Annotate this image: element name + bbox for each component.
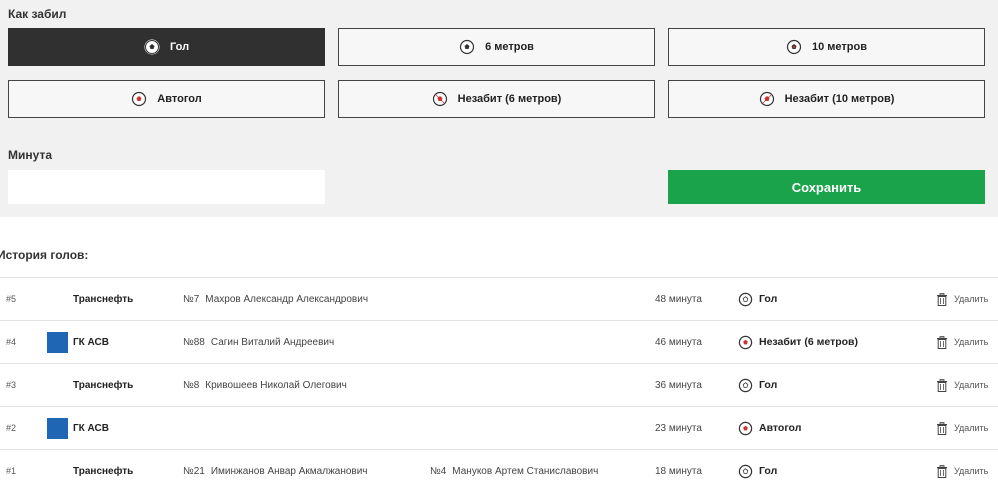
trash-icon (937, 464, 947, 478)
row-number: #2 (6, 423, 17, 433)
team-logo-image (47, 331, 68, 353)
delete-label: Удалить (954, 337, 989, 347)
goal-type-label: 6 метров (485, 41, 534, 53)
assist-name: Мануков Артем Станиславович (452, 465, 599, 477)
table-row: #5 Транснефть №7 Махров Александр Алексан… (0, 277, 998, 320)
row-number: #3 (6, 380, 17, 390)
goal-type: Гол (738, 450, 777, 483)
trash-icon (937, 378, 947, 392)
ball-own-goal-icon (738, 421, 753, 435)
scorer: №21 Иминжанов Анвар Акмалжанович (183, 450, 368, 483)
row-number: #4 (6, 337, 17, 347)
minute-input[interactable] (8, 170, 325, 204)
team-name: Транснефть (73, 293, 134, 305)
ball-6m-icon (459, 39, 475, 55)
assist: №4 Мануков Артем Станиславович (430, 450, 598, 483)
table-row: #4 ГК АСВ №88 Сагин Виталий Андреевич 46 … (0, 320, 998, 363)
ball-missed-6m-icon (432, 91, 447, 107)
goal-type-label: Незабит (6 метров) (457, 93, 562, 105)
goal-type-label: 10 метров (812, 41, 867, 53)
scorer-name: Махров Александр Александрович (205, 293, 369, 305)
goal-type-label: Гол (759, 293, 778, 305)
goal-type-label: Незабит (10 метров) (784, 93, 895, 105)
goal-type: Гол (738, 278, 777, 320)
ball-missed-10m-icon (759, 91, 774, 107)
team-name: ГК АСВ (73, 422, 109, 434)
trash-icon (937, 421, 947, 435)
goal-type-label: Автогол (759, 422, 802, 434)
trash-icon (937, 335, 947, 349)
goal-type-goal-button[interactable]: Гол (8, 28, 325, 66)
row-number: #1 (6, 466, 17, 476)
scorer-name: Сагин Виталий Андреевич (210, 336, 335, 348)
goal-type: Незабит (6 метров) (738, 321, 858, 363)
row-number: #5 (6, 294, 17, 304)
save-button[interactable]: Сохранить (668, 170, 985, 204)
scorer-number: №88 (183, 336, 205, 348)
ball-icon (144, 39, 160, 55)
ball-missed-6m-icon (738, 335, 753, 349)
table-row: #1 Транснефть №21 Иминжанов Анвар Акмалжа… (0, 449, 998, 483)
scorer-name: Иминжанов Анвар Акмалжанович (210, 465, 368, 477)
table-row: #2 ГК АСВ 23 минута Автогол Удалить (0, 406, 998, 449)
goal-minute: 48 минута (655, 293, 702, 305)
goal-type-own-goal-button[interactable]: Автогол (8, 80, 325, 118)
goal-minute: 36 минута (655, 379, 702, 391)
goal-form-panel: Как забил Гол 6 метров 10 метров Автогол… (0, 0, 998, 217)
ball-icon (738, 378, 753, 392)
goal-type-label: Гол (759, 465, 778, 477)
scorer-number: №21 (183, 465, 205, 477)
goal-type-label: Гол (169, 41, 190, 53)
scorer: №8 Кривошеев Николай Олегович (183, 364, 347, 406)
ball-icon (738, 292, 753, 306)
delete-label: Удалить (954, 380, 989, 390)
delete-button[interactable]: Удалить (936, 321, 988, 363)
goal-type: Гол (738, 364, 777, 406)
delete-button[interactable]: Удалить (936, 450, 988, 483)
ball-own-goal-icon (132, 91, 147, 107)
goal-minute: 18 минута (655, 465, 702, 477)
delete-label: Удалить (954, 423, 989, 433)
team-name: Транснефть (73, 465, 134, 477)
goal-type-6m-button[interactable]: 6 метров (338, 28, 655, 66)
goal-type-missed-6m-button[interactable]: Незабит (6 метров) (338, 80, 655, 118)
table-row: #3 Транснефть №8 Кривошеев Николай Олегов… (0, 363, 998, 406)
goal-history-title: История голов: (0, 248, 89, 262)
goal-type-label: Незабит (6 метров) (759, 336, 858, 348)
delete-button[interactable]: Удалить (936, 407, 988, 449)
goal-type-label: Автогол (157, 93, 202, 105)
ball-10m-icon (786, 39, 802, 55)
team-logo-image (47, 417, 68, 439)
goal-type-10m-button[interactable]: 10 метров (668, 28, 985, 66)
minute-label: Минута (8, 148, 52, 162)
scorer-number: №8 (183, 379, 200, 391)
team-name: ГК АСВ (73, 336, 109, 348)
scorer-name: Кривошеев Николай Олегович (205, 379, 347, 391)
team-logo (47, 407, 68, 449)
scorer-number: №7 (183, 293, 200, 305)
goal-type-label: Гол (759, 379, 778, 391)
delete-label: Удалить (954, 466, 989, 476)
trash-icon (937, 292, 947, 306)
scorer: №7 Махров Александр Александрович (183, 278, 368, 320)
team-name: Транснефть (73, 379, 134, 391)
how-scored-label: Как забил (8, 7, 67, 21)
assist-number: №4 (430, 465, 447, 477)
goal-minute: 46 минута (655, 336, 702, 348)
goal-type: Автогол (738, 407, 801, 449)
scorer: №88 Сагин Виталий Андреевич (183, 321, 334, 363)
goal-minute: 23 минута (655, 422, 702, 434)
delete-button[interactable]: Удалить (936, 364, 988, 406)
goal-type-missed-10m-button[interactable]: Незабит (10 метров) (668, 80, 985, 118)
delete-button[interactable]: Удалить (936, 278, 988, 320)
ball-icon (738, 464, 753, 478)
delete-label: Удалить (954, 294, 989, 304)
goal-history-table: #5 Транснефть №7 Махров Александр Алексан… (0, 277, 998, 483)
team-logo (47, 321, 68, 363)
